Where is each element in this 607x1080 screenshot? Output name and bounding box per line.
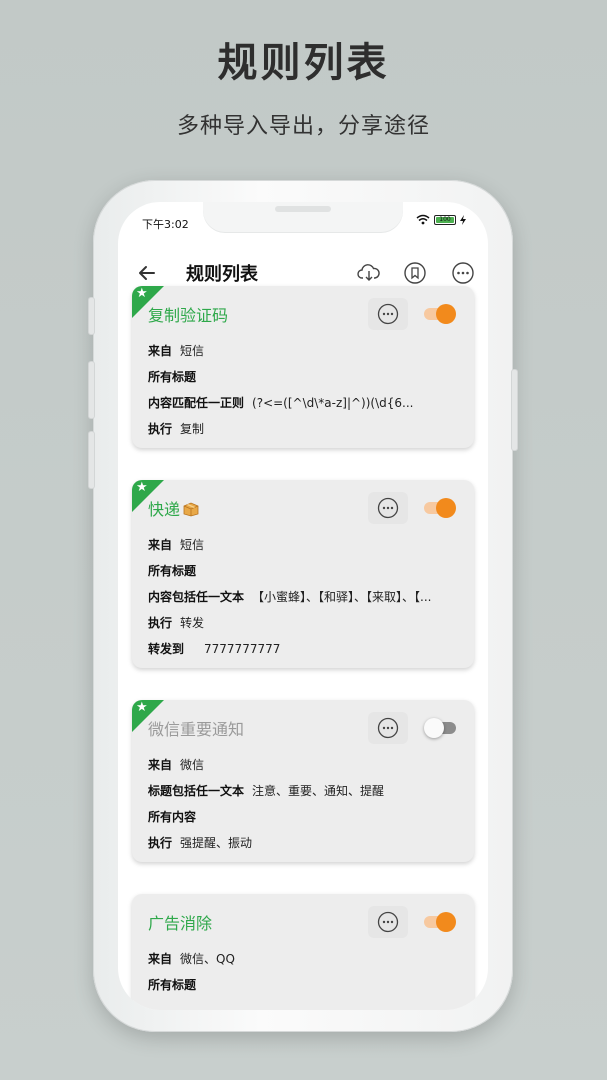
bookmark-icon[interactable]	[402, 260, 428, 286]
row-key: 内容匹配任一正则	[148, 396, 245, 410]
rule-row: 来自 短信	[148, 536, 460, 553]
row-value: 转发	[180, 616, 205, 630]
rule-more-button[interactable]	[368, 712, 408, 744]
rule-enable-toggle[interactable]	[424, 718, 456, 738]
row-value: 【小蜜蜂】、【和驿】、【来取】、【...	[252, 590, 432, 604]
promo-subtitle: 多种导入导出，分享途径	[176, 114, 430, 139]
rule-row: 所有标题	[148, 368, 460, 385]
speaker	[275, 206, 331, 212]
row-value: 短信	[180, 344, 205, 358]
rule-row: 所有标题	[148, 976, 460, 993]
rule-enable-toggle[interactable]	[424, 304, 456, 324]
toggle-knob	[436, 498, 456, 518]
toggle-knob	[424, 718, 444, 738]
rule-title: 广告消除	[148, 914, 213, 933]
rule-enable-toggle[interactable]	[424, 498, 456, 518]
row-key: 执行	[148, 616, 173, 630]
row-value: 7777777777	[204, 642, 281, 656]
rule-more-button[interactable]	[368, 298, 408, 330]
more-icon	[377, 911, 399, 933]
rule-card[interactable]: ★ 快递 来自短信 所有标题 内容包括任一文本 【小蜜蜂】、【和驿】、【来取】、…	[132, 480, 474, 668]
rule-card[interactable]: ★ 复制验证码 来自 短信 所有标题 内容匹配任一正则 (?<=([^\d\*a-z…	[132, 286, 474, 448]
rule-row: 执行 强提醒、振动	[148, 834, 460, 851]
rule-card[interactable]: 广告消除 来自 微信、QQ 所有标题	[132, 894, 474, 1010]
status-time: 下午3:02	[142, 218, 189, 231]
rule-row: 所有标题	[148, 562, 460, 579]
row-value: 注意、重要、通知、提醒	[252, 784, 385, 798]
battery-level: 100	[436, 216, 454, 223]
rule-row: 内容匹配任一正则 (?<=([^\d\*a-z]|^))(\d{6...	[148, 394, 460, 411]
rule-title: 微信重要通知	[148, 720, 245, 739]
rule-row: 来自 微信	[148, 756, 460, 773]
row-key: 来自	[148, 538, 173, 552]
row-key: 来自	[148, 758, 173, 772]
rule-card[interactable]: ★ 微信重要通知 来自 微信 标题包括任一文本 注意、重要、通知、提醒 所有内容 执…	[132, 700, 474, 862]
page-title: 规则列表	[186, 264, 258, 285]
more-icon	[377, 303, 399, 325]
row-key: 来自	[148, 952, 173, 966]
status-icons: 100	[416, 214, 466, 225]
rule-row: 来自 短信	[148, 342, 460, 359]
rule-title-text: 快递	[148, 500, 181, 519]
rule-row: 执行 复制	[148, 420, 460, 437]
row-key: 所有标题	[148, 564, 197, 578]
phone-power-button	[512, 370, 517, 450]
rule-row: 执行 转发	[148, 614, 460, 631]
row-value: 微信、QQ	[180, 952, 235, 966]
row-key: 内容包括任一文本	[148, 590, 245, 604]
back-arrow-icon[interactable]	[134, 260, 160, 286]
row-key: 来自	[148, 344, 173, 358]
rule-row: 来自 微信、QQ	[148, 950, 460, 967]
row-value: (?<=([^\d\*a-z]|^))(\d{6...	[252, 396, 414, 410]
wifi-icon	[416, 214, 430, 225]
rule-row: 内容包括任一文本 【小蜜蜂】、【和驿】、【来取】、【...	[148, 588, 460, 605]
more-icon	[377, 497, 399, 519]
star-icon: ★	[136, 480, 148, 495]
rule-row: 所有内容	[148, 808, 460, 825]
cloud-download-icon[interactable]	[356, 260, 382, 286]
star-icon: ★	[136, 286, 148, 301]
row-key: 所有标题	[148, 978, 197, 992]
promo-title: 规则列表	[217, 40, 390, 86]
row-key: 所有内容	[148, 810, 197, 824]
package-icon	[183, 502, 199, 517]
toggle-knob	[436, 304, 456, 324]
phone-side-button	[89, 298, 94, 334]
rule-row: 转发到 7777777777	[148, 640, 460, 657]
phone-screen: 下午3:02 100 规则列表 ★ 复制验证码 来自 短信 所有标题 内容匹配任…	[118, 202, 488, 1010]
row-value: 短信	[180, 538, 205, 552]
row-key: 转发到	[148, 642, 185, 656]
rule-enable-toggle[interactable]	[424, 912, 456, 932]
rule-title: 快递	[148, 496, 200, 520]
row-key: 标题包括任一文本	[148, 784, 245, 798]
toggle-knob	[436, 912, 456, 932]
rule-more-button[interactable]	[368, 492, 408, 524]
phone-volume-down-button	[89, 432, 94, 488]
row-key: 执行	[148, 836, 173, 850]
charging-icon	[460, 214, 466, 225]
star-icon: ★	[136, 700, 148, 715]
more-icon	[377, 717, 399, 739]
phone-volume-up-button	[89, 362, 94, 418]
rule-title: 复制验证码	[148, 306, 229, 325]
row-value: 微信	[180, 758, 205, 772]
more-icon[interactable]	[450, 260, 476, 286]
row-key: 所有标题	[148, 370, 197, 384]
battery-icon: 100	[434, 214, 456, 225]
rule-more-button[interactable]	[368, 906, 408, 938]
rule-row: 标题包括任一文本 注意、重要、通知、提醒	[148, 782, 460, 799]
notch	[203, 202, 403, 232]
row-value: 复制	[180, 422, 205, 436]
row-value: 强提醒、振动	[180, 836, 253, 850]
row-key: 执行	[148, 422, 173, 436]
phone-frame: 下午3:02 100 规则列表 ★ 复制验证码 来自 短信 所有标题 内容匹配任…	[89, 180, 517, 1032]
